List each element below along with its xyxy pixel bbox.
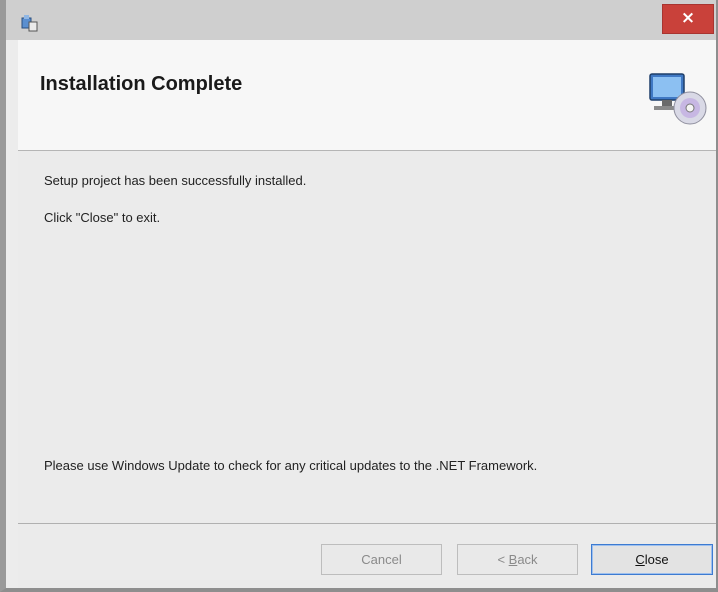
- status-message: Setup project has been successfully inst…: [44, 173, 307, 188]
- back-button-label: ack: [517, 552, 538, 567]
- instruction-message: Click "Close" to exit.: [44, 210, 161, 225]
- back-button[interactable]: < Back: [457, 544, 578, 575]
- title-bar[interactable]: ×: [6, 0, 716, 40]
- window-close-button[interactable]: ×: [662, 4, 714, 34]
- close-button-label: lose: [644, 552, 669, 567]
- close-button[interactable]: Close: [591, 544, 713, 575]
- computer-disc-icon: [649, 73, 707, 125]
- content-area: Setup project has been successfully inst…: [18, 151, 716, 588]
- button-divider: [18, 523, 716, 524]
- installer-window: × Installation Complete Setup project ha…: [0, 0, 718, 592]
- cancel-button[interactable]: Cancel: [321, 544, 442, 575]
- close-button-mnemonic: C: [635, 552, 645, 567]
- installer-app-icon: [21, 15, 38, 32]
- page-title: Installation Complete: [40, 73, 243, 95]
- update-notice: Please use Windows Update to check for a…: [44, 458, 538, 473]
- back-button-prefix: <: [497, 552, 509, 567]
- header-banner: Installation Complete: [18, 40, 716, 151]
